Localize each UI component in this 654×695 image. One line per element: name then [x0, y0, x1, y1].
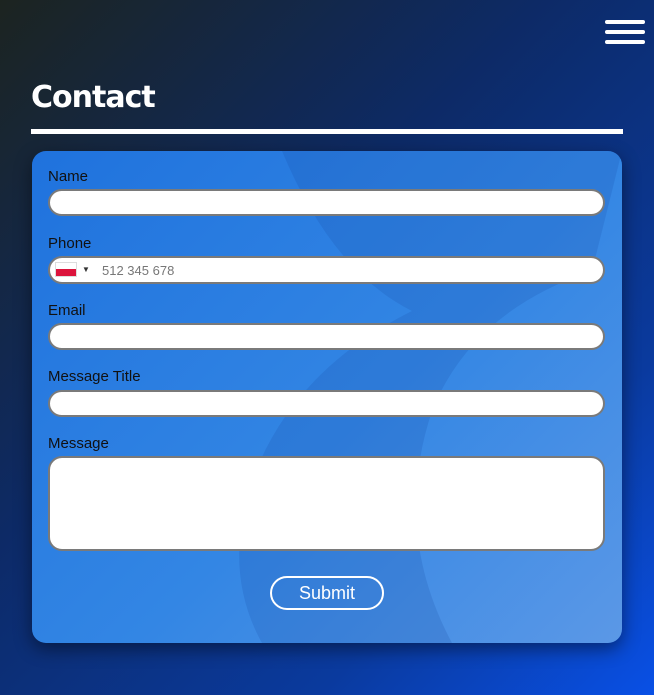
menu-bar: [605, 20, 645, 24]
message-title-label: Message Title: [48, 368, 141, 385]
contact-form-card: Name Phone ▼ Email Message Title Message…: [32, 151, 622, 643]
page-title: Contact: [31, 80, 156, 115]
title-underline: [31, 129, 623, 134]
message-label: Message: [48, 435, 109, 452]
name-label: Name: [48, 168, 89, 185]
message-title-field[interactable]: [48, 390, 605, 417]
country-code-dropdown[interactable]: ▼: [56, 263, 90, 276]
phone-field[interactable]: [48, 256, 605, 284]
phone-label: Phone: [48, 235, 92, 252]
menu-bar: [605, 40, 645, 44]
email-field[interactable]: [48, 323, 605, 350]
menu-bar: [605, 30, 645, 34]
poland-flag-icon: [56, 263, 76, 276]
name-field[interactable]: [48, 189, 605, 216]
hamburger-menu-icon[interactable]: [605, 20, 645, 46]
message-field[interactable]: [48, 456, 605, 551]
caret-down-icon: ▼: [82, 265, 90, 274]
submit-button[interactable]: Submit: [270, 576, 384, 610]
email-label: Email: [48, 302, 86, 319]
phone-field-wrapper: ▼: [48, 256, 605, 284]
